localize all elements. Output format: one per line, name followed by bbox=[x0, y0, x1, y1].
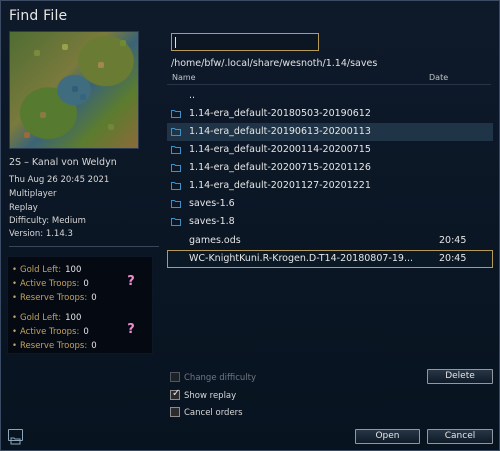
delete-button[interactable]: Delete bbox=[427, 369, 493, 384]
list-item[interactable]: saves-1.6 bbox=[167, 195, 493, 213]
active-value: 0 bbox=[83, 327, 89, 337]
gold-label: Gold Left: bbox=[20, 265, 62, 275]
open-button[interactable]: Open bbox=[355, 429, 420, 444]
cancel-button[interactable]: Cancel bbox=[427, 429, 493, 444]
file-date: 20:45 bbox=[439, 253, 467, 264]
current-path: /home/bfw/.local/share/wesnoth/1.14/save… bbox=[171, 58, 378, 69]
active-label: Active Troops: bbox=[20, 279, 80, 289]
file-name: 1.14-era_default-20190613-20200113 bbox=[189, 126, 371, 137]
scenario-version: Version: 1.14.3 bbox=[9, 229, 73, 239]
file-name: games.ods bbox=[189, 235, 241, 246]
list-item[interactable]: 1.14-era_default-20201127-20201221 bbox=[167, 177, 493, 195]
change-difficulty-label: Change difficulty bbox=[184, 373, 257, 383]
reserve-label: Reserve Troops: bbox=[20, 341, 88, 351]
side2-active: • Active Troops: 0 bbox=[12, 327, 89, 337]
folder-icon bbox=[171, 200, 181, 208]
folder-icon bbox=[171, 110, 181, 118]
side2-gold: • Gold Left: 100 bbox=[12, 313, 82, 323]
list-item-selected[interactable]: 1.14-era_default-20190613-20200113 bbox=[167, 123, 493, 141]
file-name: WC-KnightKuni.R-Krogen.D-T14-20180807-19… bbox=[189, 253, 413, 264]
scenario-type: Replay bbox=[9, 203, 38, 213]
gold-label: Gold Left: bbox=[20, 313, 62, 323]
file-list-header: Name Date bbox=[167, 72, 491, 85]
side1-reserve: • Reserve Troops: 0 bbox=[12, 293, 97, 303]
folder-icon bbox=[10, 437, 21, 445]
show-replay-checkbox[interactable]: ✓ bbox=[170, 388, 181, 400]
text-caret bbox=[175, 37, 176, 48]
side2-reserve: • Reserve Troops: 0 bbox=[12, 341, 97, 351]
file-date: 20:45 bbox=[439, 235, 467, 246]
cancel-orders-label: Cancel orders bbox=[184, 408, 243, 418]
filename-input[interactable] bbox=[171, 33, 319, 51]
list-item[interactable]: games.ods 20:45 bbox=[167, 232, 493, 250]
list-item-parent[interactable]: .. bbox=[167, 87, 493, 105]
file-name: 1.14-era_default-20200715-20201126 bbox=[189, 162, 371, 173]
change-difficulty-checkbox[interactable] bbox=[170, 372, 180, 382]
scenario-date: Thu Aug 26 20:45 2021 bbox=[9, 175, 110, 185]
gold-value: 100 bbox=[65, 313, 82, 323]
list-item[interactable]: saves-1.8 bbox=[167, 213, 493, 231]
active-label: Active Troops: bbox=[20, 327, 80, 337]
gold-value: 100 bbox=[65, 265, 82, 275]
find-file-dialog: Find File 2S – Kanal von Weldyn Thu Aug … bbox=[0, 0, 500, 451]
list-item[interactable]: 1.14-era_default-20200715-20201126 bbox=[167, 159, 493, 177]
scenario-name: 2S – Kanal von Weldyn bbox=[9, 157, 117, 168]
dialog-title: Find File bbox=[9, 8, 68, 24]
file-name: saves-1.6 bbox=[189, 198, 235, 209]
left-divider bbox=[9, 246, 159, 247]
folder-icon bbox=[171, 218, 181, 226]
cancel-orders-checkbox[interactable] bbox=[170, 407, 180, 417]
list-item-focused[interactable]: WC-KnightKuni.R-Krogen.D-T14-20180807-19… bbox=[167, 250, 493, 268]
folder-icon bbox=[171, 182, 181, 190]
open-folder-button[interactable] bbox=[8, 429, 23, 445]
show-replay-label: Show replay bbox=[184, 391, 237, 401]
file-name: saves-1.8 bbox=[189, 216, 235, 227]
side1-active: • Active Troops: 0 bbox=[12, 279, 89, 289]
show-replay-option[interactable]: ✓ Show replay bbox=[170, 388, 237, 401]
file-name: 1.14-era_default-20201127-20201221 bbox=[189, 180, 371, 191]
folder-icon bbox=[171, 146, 181, 154]
change-difficulty-option[interactable]: Change difficulty bbox=[170, 372, 256, 383]
column-date-header[interactable]: Date bbox=[429, 73, 448, 82]
side2-avatar-unknown-icon: ? bbox=[127, 322, 135, 337]
reserve-value: 0 bbox=[91, 341, 97, 351]
scenario-mode: Multiplayer bbox=[9, 189, 57, 199]
folder-icon bbox=[171, 164, 181, 172]
reserve-value: 0 bbox=[91, 293, 97, 303]
folder-icon bbox=[171, 128, 181, 136]
scenario-difficulty: Difficulty: Medium bbox=[9, 216, 86, 226]
file-name: 1.14-era_default-20180503-20190612 bbox=[189, 108, 371, 119]
active-value: 0 bbox=[83, 279, 89, 289]
reserve-label: Reserve Troops: bbox=[20, 293, 88, 303]
file-name: 1.14-era_default-20200114-20200715 bbox=[189, 144, 371, 155]
side1-avatar-unknown-icon: ? bbox=[127, 274, 135, 289]
side1-gold: • Gold Left: 100 bbox=[12, 265, 82, 275]
cancel-orders-option[interactable]: Cancel orders bbox=[170, 407, 243, 418]
scenario-minimap bbox=[9, 31, 139, 149]
checkmark-icon: ✓ bbox=[172, 388, 181, 399]
file-list: .. 1.14-era_default-20180503-20190612 1.… bbox=[167, 87, 495, 273]
list-item[interactable]: 1.14-era_default-20200114-20200715 bbox=[167, 141, 493, 159]
column-name-header[interactable]: Name bbox=[172, 73, 196, 82]
sides-panel: • Gold Left: 100 • Active Troops: 0 • Reserve… bbox=[7, 256, 153, 354]
list-item[interactable]: 1.14-era_default-20180503-20190612 bbox=[167, 105, 493, 123]
file-name: .. bbox=[189, 90, 196, 101]
